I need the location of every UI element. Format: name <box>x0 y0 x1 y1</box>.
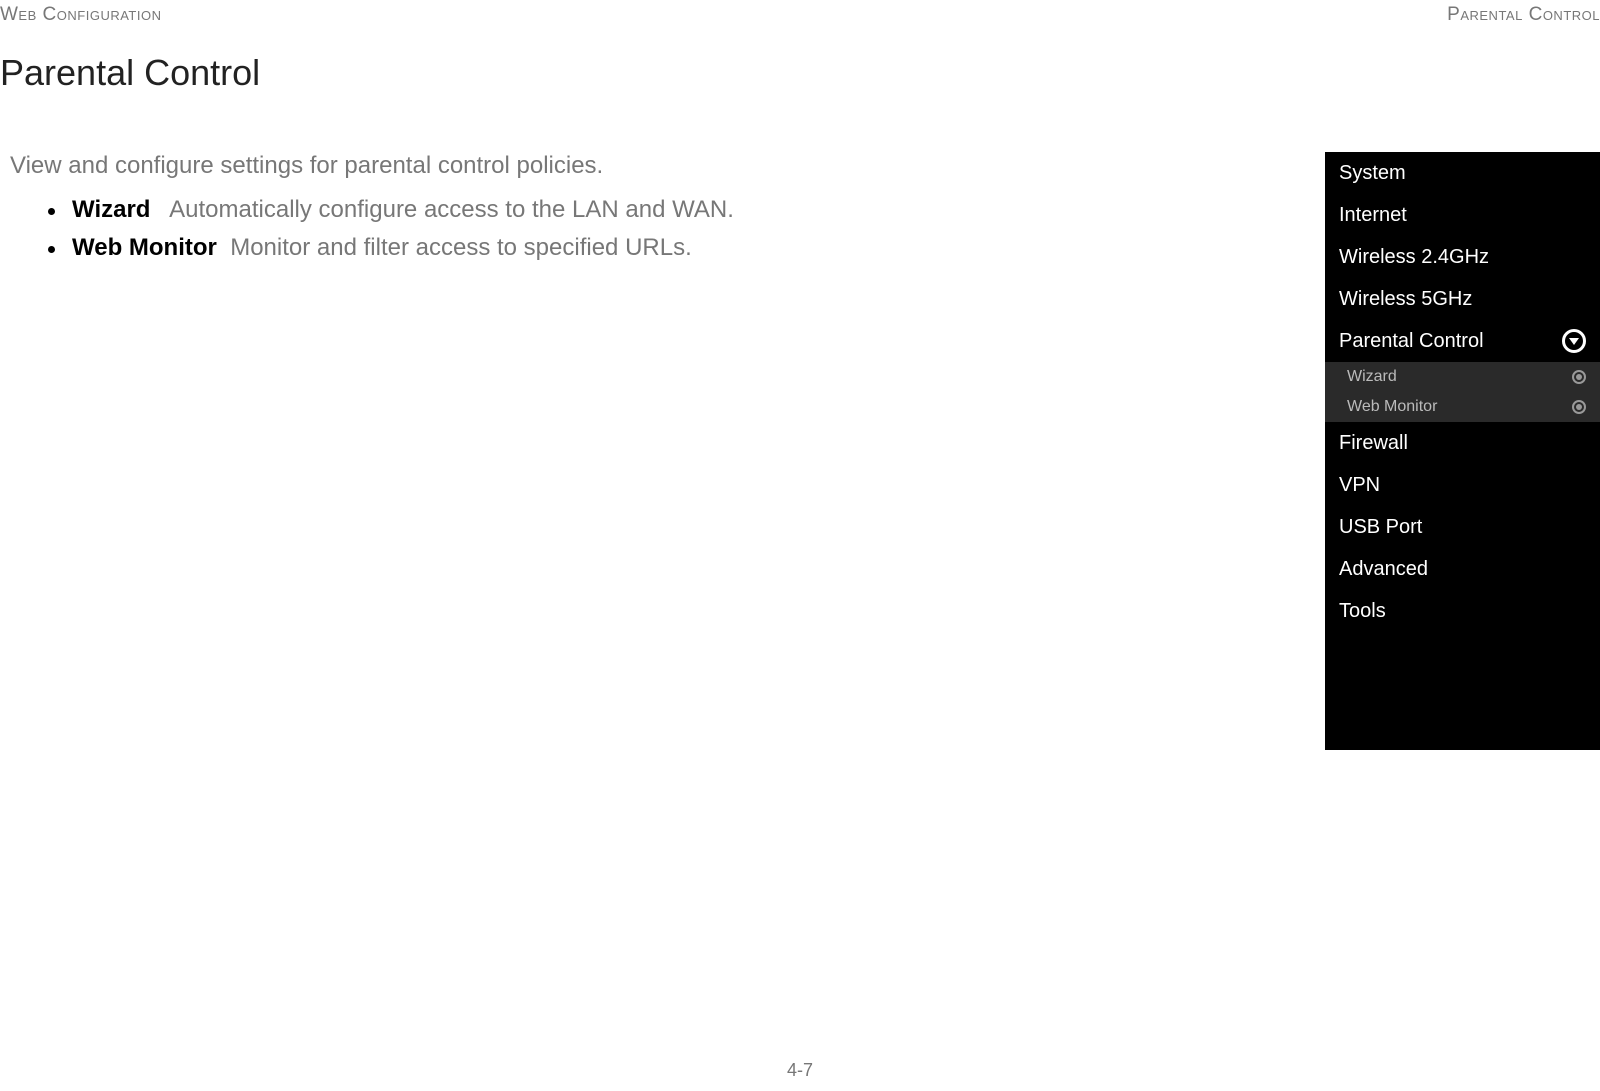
sidebar-item-label: Tools <box>1339 600 1386 623</box>
feature-desc-web-monitor: Monitor and filter access to specified U… <box>230 234 692 261</box>
sidebar-subitem-web-monitor[interactable]: Web Monitor <box>1325 392 1600 422</box>
sidebar-item-label: Internet <box>1339 204 1407 227</box>
feature-name-wizard: Wizard <box>72 196 150 223</box>
sidebar-item-internet[interactable]: Internet <box>1325 194 1600 236</box>
sidebar-subitem-wizard[interactable]: Wizard <box>1325 362 1600 392</box>
sidebar-item-label: Parental Control <box>1339 330 1484 353</box>
sidebar-item-firewall[interactable]: Firewall <box>1325 422 1600 464</box>
chevron-down-icon <box>1562 329 1586 353</box>
sidebar-item-label: System <box>1339 162 1406 185</box>
sidebar: System Internet Wireless 2.4GHz Wireless… <box>1325 152 1600 750</box>
sidebar-item-label: Wireless 2.4GHz <box>1339 246 1489 269</box>
list-item: Wizard Automatically configure access to… <box>48 196 734 224</box>
sidebar-item-label: Advanced <box>1339 558 1428 581</box>
feature-list: Wizard Automatically configure access to… <box>48 186 734 272</box>
sidebar-item-usb-port[interactable]: USB Port <box>1325 506 1600 548</box>
sidebar-item-wireless-24[interactable]: Wireless 2.4GHz <box>1325 236 1600 278</box>
sidebar-item-system[interactable]: System <box>1325 152 1600 194</box>
page-title: Parental Control <box>0 52 260 94</box>
sidebar-subitem-label: Wizard <box>1347 368 1397 386</box>
header-right: Parental Control <box>1447 4 1600 26</box>
intro-text: View and configure settings for parental… <box>10 152 603 180</box>
sidebar-subitem-label: Web Monitor <box>1347 398 1437 416</box>
sidebar-item-vpn[interactable]: VPN <box>1325 464 1600 506</box>
radio-icon <box>1572 400 1586 414</box>
sidebar-item-tools[interactable]: Tools <box>1325 590 1600 632</box>
sidebar-item-label: Wireless 5GHz <box>1339 288 1472 311</box>
page-number: 4-7 <box>787 1060 813 1081</box>
sidebar-item-label: USB Port <box>1339 516 1422 539</box>
sidebar-item-wireless-5[interactable]: Wireless 5GHz <box>1325 278 1600 320</box>
radio-icon <box>1572 370 1586 384</box>
feature-desc-wizard: Automatically configure access to the LA… <box>169 196 734 223</box>
sidebar-item-parental-control[interactable]: Parental Control <box>1325 320 1600 362</box>
header-left: Web Configuration <box>0 4 161 26</box>
sidebar-item-label: Firewall <box>1339 432 1408 455</box>
sidebar-item-label: VPN <box>1339 474 1380 497</box>
sidebar-subnav: Wizard Web Monitor <box>1325 362 1600 422</box>
sidebar-item-advanced[interactable]: Advanced <box>1325 548 1600 590</box>
list-item: Web Monitor Monitor and filter access to… <box>48 234 734 262</box>
feature-name-web-monitor: Web Monitor <box>72 234 217 261</box>
